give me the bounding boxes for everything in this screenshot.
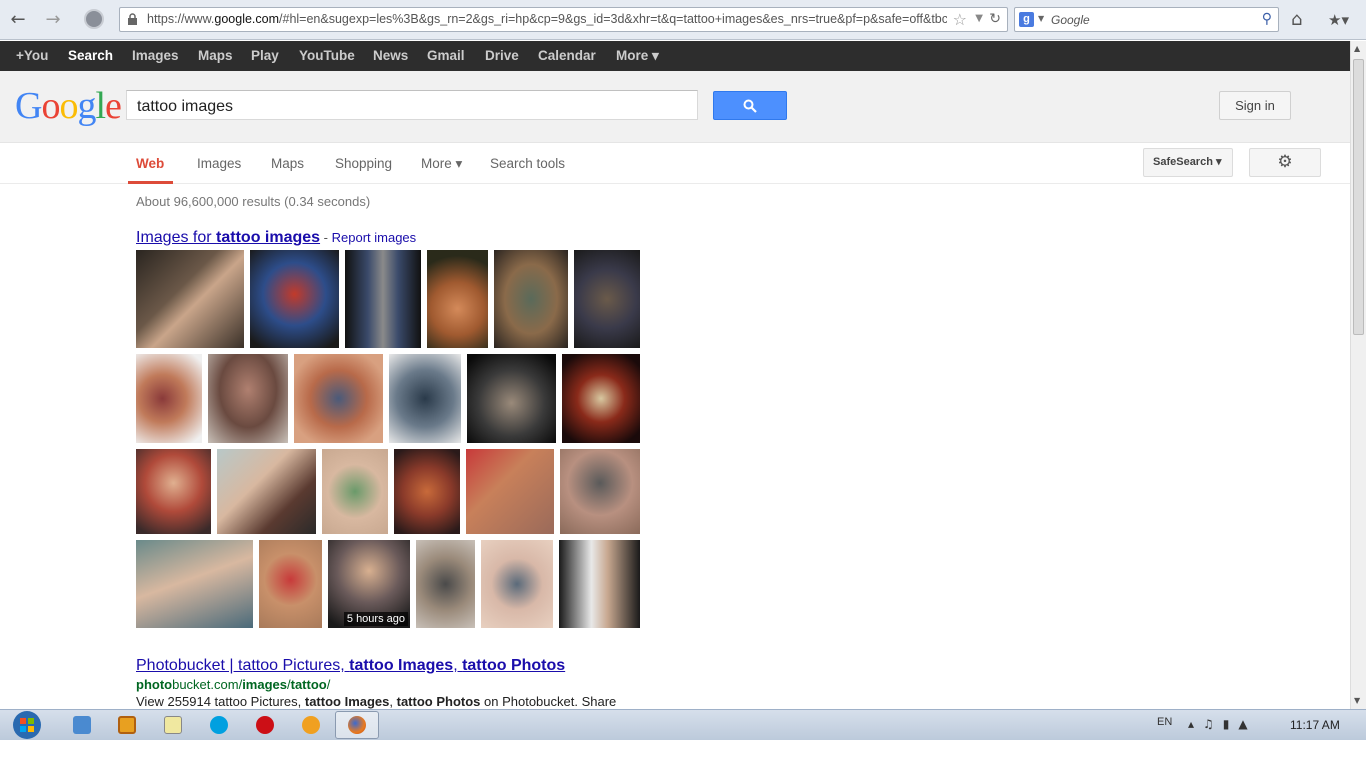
- start-button[interactable]: [9, 710, 45, 740]
- gbar-gmail[interactable]: Gmail: [427, 48, 465, 63]
- opera-app-icon[interactable]: [256, 716, 274, 734]
- image-thumbnail[interactable]: [560, 449, 640, 534]
- search-placeholder: Google: [1051, 13, 1090, 27]
- keyboard-app-icon[interactable]: [73, 716, 91, 734]
- windows-taskbar: EN ▴♫▮▲ 11:17 AM: [0, 709, 1366, 740]
- images-for-link[interactable]: Images for tattoo images: [136, 229, 320, 246]
- windows-logo-icon: [13, 711, 41, 739]
- image-thumbnail[interactable]: [559, 540, 640, 628]
- image-thumbnail[interactable]: [494, 250, 568, 348]
- site-identity-icon[interactable]: [84, 9, 104, 29]
- safesearch-button[interactable]: SafeSearch ▾: [1143, 148, 1233, 177]
- home-icon[interactable]: ⌂: [1291, 9, 1302, 30]
- browser-search-box[interactable]: g ▼ Google ⚲: [1014, 7, 1279, 32]
- image-thumbnail[interactable]: [250, 250, 339, 348]
- tab-shopping[interactable]: Shopping: [335, 156, 392, 171]
- tab-web[interactable]: Web: [136, 156, 164, 171]
- image-thumbnail[interactable]: [389, 354, 461, 443]
- search-result: Photobucket | tattoo Pictures, tattoo Im…: [136, 657, 836, 709]
- notepad-app-icon[interactable]: [164, 716, 182, 734]
- gbar-calendar[interactable]: Calendar: [538, 48, 596, 63]
- engine-dropdown-icon[interactable]: ▼: [1038, 14, 1044, 23]
- search-input[interactable]: tattoo images: [126, 90, 698, 120]
- gbar-search[interactable]: Search: [68, 48, 113, 63]
- image-thumbnail[interactable]: [427, 250, 488, 348]
- gbar-plus-you[interactable]: +You: [16, 48, 48, 63]
- image-thumbnail[interactable]: [136, 354, 202, 443]
- image-thumbnail[interactable]: [574, 250, 640, 348]
- result-stats: About 96,600,000 results (0.34 seconds): [136, 194, 371, 209]
- forward-icon[interactable]: →: [42, 10, 64, 30]
- firefox-icon: [348, 716, 366, 734]
- tab-search-tools[interactable]: Search tools: [490, 156, 565, 171]
- image-thumbnail[interactable]: [259, 540, 322, 628]
- image-thumbnail[interactable]: [208, 354, 288, 443]
- image-thumbnail[interactable]: [136, 540, 253, 628]
- gbar-youtube[interactable]: YouTube: [299, 48, 355, 63]
- gbar-drive[interactable]: Drive: [485, 48, 519, 63]
- active-tab-indicator: [128, 181, 173, 184]
- language-indicator[interactable]: EN: [1157, 716, 1172, 728]
- gbar-maps[interactable]: Maps: [198, 48, 233, 63]
- system-tray-icons[interactable]: ▴♫▮▲: [1188, 717, 1257, 731]
- scroll-down-icon[interactable]: ▼: [1354, 696, 1360, 705]
- search-header: Google tattoo images Sign in: [0, 71, 1350, 143]
- address-bar[interactable]: https://www.google.com/#hl=en&sugexp=les…: [119, 7, 1008, 32]
- image-thumbnail[interactable]: 5 hours ago: [328, 540, 410, 628]
- tab-more[interactable]: More ▾: [421, 156, 462, 172]
- tab-images[interactable]: Images: [197, 156, 241, 171]
- google-logo[interactable]: Google: [15, 84, 122, 128]
- url-text: https://www.google.com/#hl=en&sugexp=les…: [147, 12, 947, 26]
- image-thumbnail[interactable]: [217, 449, 316, 534]
- search-tabs: Web Images Maps Shopping More ▾ Search t…: [0, 143, 1350, 184]
- image-thumbnail[interactable]: [322, 449, 388, 534]
- screen-margin: [0, 740, 1366, 768]
- page-scrollbar[interactable]: ▲ ▼: [1350, 41, 1366, 709]
- image-thumbnail[interactable]: [416, 540, 475, 628]
- image-thumbnail[interactable]: [136, 250, 244, 348]
- tab-maps[interactable]: Maps: [271, 156, 304, 171]
- reload-icon[interactable]: ↻: [989, 11, 1001, 27]
- thumbnail-caption: 5 hours ago: [343, 612, 408, 626]
- google-bar: +You Search Images Maps Play YouTube New…: [0, 41, 1350, 71]
- gbar-news[interactable]: News: [373, 48, 408, 63]
- scroll-up-icon[interactable]: ▲: [1354, 44, 1360, 53]
- skype-app-icon[interactable]: [210, 716, 228, 734]
- image-thumbnail[interactable]: [394, 449, 460, 534]
- browser-toolbar: ← → https://www.google.com/#hl=en&sugexp…: [0, 0, 1366, 40]
- search-icon: [743, 99, 757, 113]
- google-engine-icon[interactable]: g: [1019, 12, 1034, 27]
- image-thumbnail[interactable]: [345, 250, 421, 348]
- image-thumbnail[interactable]: [466, 449, 554, 534]
- bookmarks-icon[interactable]: ★▾: [1328, 11, 1349, 29]
- scrollbar-thumb[interactable]: [1353, 59, 1364, 335]
- gbar-more[interactable]: More ▾: [616, 48, 659, 64]
- back-icon[interactable]: ←: [7, 10, 29, 30]
- firefox-taskbar-button[interactable]: [335, 711, 379, 739]
- search-button[interactable]: [713, 91, 787, 120]
- gbar-images[interactable]: Images: [132, 48, 179, 63]
- image-thumbnail[interactable]: [562, 354, 640, 443]
- image-thumbnail[interactable]: [136, 449, 211, 534]
- image-thumbnail[interactable]: [294, 354, 383, 443]
- gbar-play[interactable]: Play: [251, 48, 279, 63]
- clock[interactable]: 11:17 AM: [1290, 718, 1340, 732]
- search-icon[interactable]: ⚲: [1262, 11, 1272, 27]
- image-thumbnail[interactable]: [467, 354, 556, 443]
- result-url: photobucket.com/images/tattoo/: [136, 677, 331, 692]
- settings-gear-icon[interactable]: ⚙: [1249, 148, 1321, 177]
- result-title-link[interactable]: Photobucket | tattoo Pictures, tattoo Im…: [136, 657, 836, 675]
- images-header: Images for tattoo images - Report images: [136, 229, 417, 246]
- lock-icon: [128, 13, 137, 25]
- bookmark-star-icon[interactable]: ☆: [953, 10, 967, 29]
- history-dropdown-icon[interactable]: ▼: [975, 13, 983, 24]
- outlook-app-icon[interactable]: [118, 716, 136, 734]
- image-thumbnail[interactable]: [481, 540, 553, 628]
- sign-in-button[interactable]: Sign in: [1219, 91, 1291, 120]
- report-images-link[interactable]: Report images: [332, 230, 417, 245]
- vlc-app-icon[interactable]: [302, 716, 320, 734]
- result-snippet: View 255914 tattoo Pictures, tattoo Imag…: [136, 694, 617, 709]
